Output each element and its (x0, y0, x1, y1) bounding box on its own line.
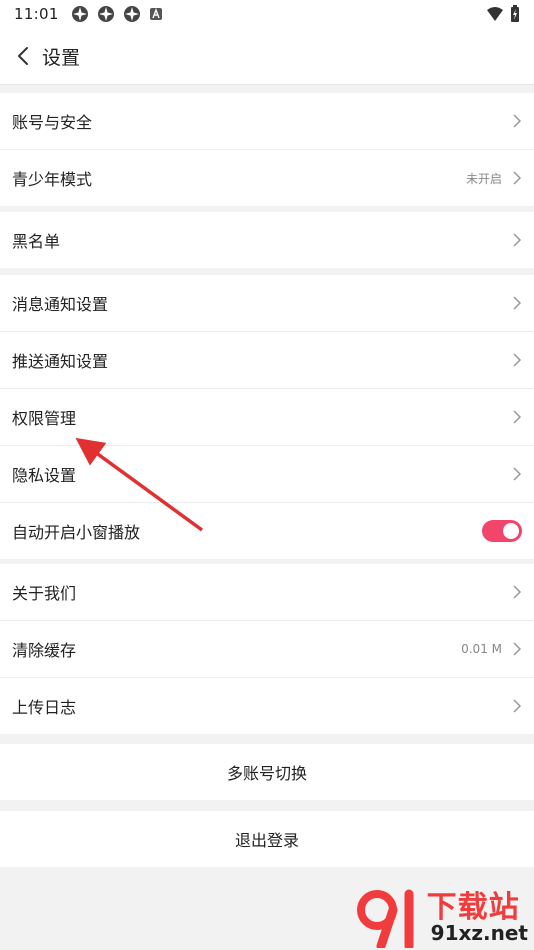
row-label: 账号与安全 (12, 113, 93, 132)
row-auto-pip: 自动开启小窗播放 (0, 503, 534, 559)
toggle-knob (503, 523, 519, 539)
section-about: 关于我们 清除缓存 0.01 M 上传日志 (0, 564, 534, 734)
chevron-right-icon (513, 233, 522, 247)
chevron-right-icon (513, 642, 522, 656)
chevron-right-icon (513, 171, 522, 185)
row-label: 青少年模式 (12, 170, 93, 189)
app-icon (123, 6, 140, 22)
watermark-site: 91xz.net (430, 921, 528, 945)
section-notifications: 消息通知设置 推送通知设置 权限管理 隐私设置 自动开启小窗播放 (0, 275, 534, 559)
row-privacy-settings[interactable]: 隐私设置 (0, 446, 534, 503)
row-blacklist[interactable]: 黑名单 (0, 212, 534, 268)
battery-icon (511, 5, 519, 22)
row-about-us[interactable]: 关于我们 (0, 564, 534, 621)
row-label: 消息通知设置 (12, 295, 109, 314)
section-blacklist: 黑名单 (0, 212, 534, 268)
watermark-logo-text: 下载站 (426, 890, 520, 925)
chevron-right-icon (513, 296, 522, 310)
status-right-icons (486, 5, 520, 23)
wifi-icon (487, 7, 503, 21)
cache-size: 0.01 M (461, 642, 502, 656)
chevron-right-icon (513, 467, 522, 481)
teen-mode-status: 未开启 (465, 171, 502, 186)
auto-pip-toggle[interactable] (482, 520, 522, 542)
chevron-left-icon (18, 47, 28, 65)
chevron-right-icon (513, 410, 522, 424)
row-label: 关于我们 (12, 584, 77, 603)
row-teen-mode[interactable]: 青少年模式 未开启 (0, 150, 534, 206)
row-message-notification[interactable]: 消息通知设置 (0, 275, 534, 332)
status-time: 11:01 (14, 5, 59, 23)
row-account-security[interactable]: 账号与安全 (0, 93, 534, 150)
a-icon (149, 8, 162, 20)
row-permission-management[interactable]: 权限管理 (0, 389, 534, 446)
app-icon (71, 6, 88, 22)
row-label: 清除缓存 (12, 641, 77, 660)
row-clear-cache[interactable]: 清除缓存 0.01 M (0, 621, 534, 678)
logout-button[interactable]: 退出登录 (0, 811, 534, 867)
row-label: 自动开启小窗播放 (12, 523, 141, 542)
chevron-right-icon (513, 585, 522, 599)
chevron-right-icon (513, 699, 522, 713)
watermark-logo-icon (356, 889, 414, 948)
row-label: 黑名单 (12, 232, 61, 251)
back-button[interactable] (8, 41, 38, 71)
row-label: 隐私设置 (12, 466, 77, 485)
row-label: 权限管理 (12, 409, 77, 428)
watermark: 下载站 91xz.net (356, 888, 528, 948)
header: 设置 (0, 28, 534, 85)
switch-account-button[interactable]: 多账号切换 (0, 744, 534, 800)
chevron-right-icon (513, 353, 522, 367)
app-icon (97, 6, 114, 22)
row-upload-log[interactable]: 上传日志 (0, 678, 534, 734)
row-push-notification[interactable]: 推送通知设置 (0, 332, 534, 389)
section-account: 账号与安全 青少年模式 未开启 (0, 93, 534, 206)
row-label: 推送通知设置 (12, 352, 109, 371)
chevron-right-icon (513, 114, 522, 128)
status-bar: 11:01 (0, 0, 534, 28)
page-title: 设置 (42, 46, 81, 69)
notification-icons (71, 5, 163, 23)
row-label: 上传日志 (12, 698, 77, 717)
